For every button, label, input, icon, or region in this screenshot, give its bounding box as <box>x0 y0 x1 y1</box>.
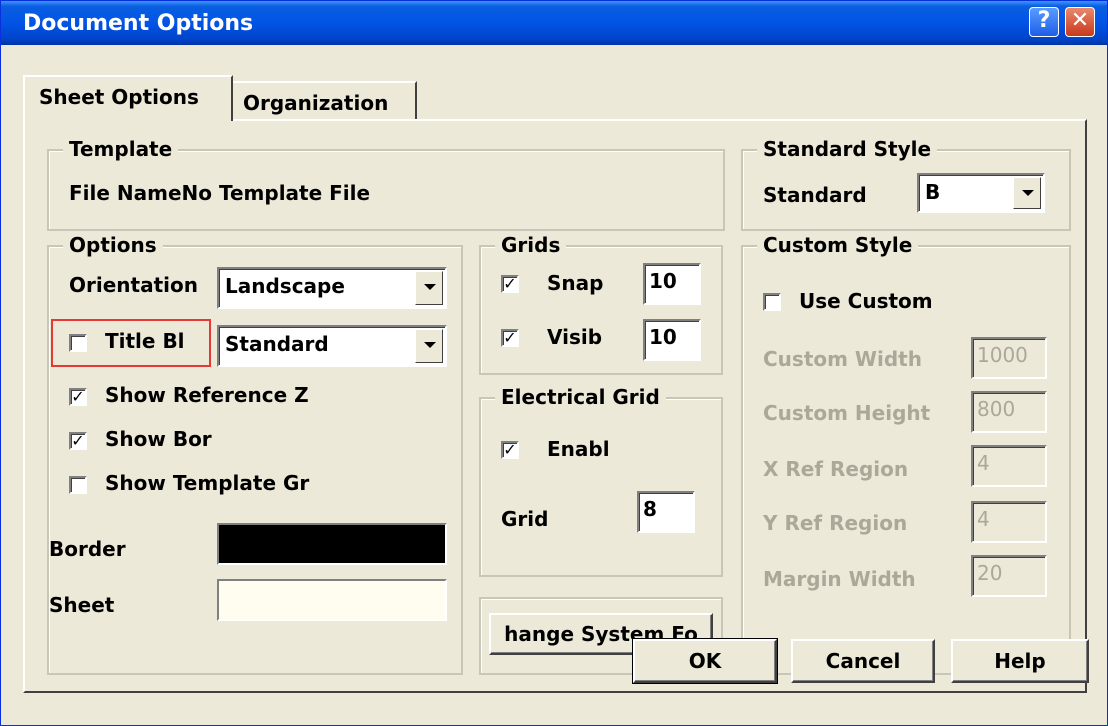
standard-style-group: Standard Style Standard B <box>741 137 1071 231</box>
orientation-label: Orientation <box>69 273 198 297</box>
chevron-down-icon[interactable] <box>1013 177 1041 209</box>
title-block-label: Title Bl <box>105 329 185 353</box>
chevron-down-icon[interactable] <box>415 271 443 305</box>
title-block-select[interactable]: Standard <box>217 325 447 367</box>
custom-style-legend: Custom Style <box>757 233 919 257</box>
sheet-options-panel: Template File NameNo Template File Stand… <box>23 119 1087 693</box>
ok-button[interactable]: OK <box>632 638 778 684</box>
dialog-body: Sheet Options Organization Template File… <box>1 45 1107 725</box>
electrical-grid-group: Electrical Grid ✓ Enabl Grid 8 <box>479 385 723 577</box>
visible-grid-checkbox[interactable]: ✓ <box>501 329 519 347</box>
cancel-button[interactable]: Cancel <box>791 639 935 683</box>
help-button[interactable]: Help <box>951 639 1089 683</box>
grids-legend: Grids <box>495 233 567 257</box>
custom-height-label: Custom Height <box>763 401 931 425</box>
show-template-graphics-checkbox[interactable] <box>69 476 87 494</box>
standard-select-value: B <box>925 180 941 204</box>
border-color-swatch[interactable] <box>217 523 447 565</box>
border-label: Border <box>49 537 126 561</box>
margin-width-label: Margin Width <box>763 567 916 591</box>
grids-group: Grids ✓ Snap 10 ✓ Visib 10 <box>479 233 723 375</box>
use-custom-checkbox[interactable] <box>763 293 781 311</box>
sheet-color-swatch[interactable] <box>217 579 447 621</box>
custom-height-input[interactable]: 800 <box>971 391 1047 433</box>
x-ref-region-input[interactable]: 4 <box>971 445 1047 487</box>
file-name-label: File Name <box>69 181 182 205</box>
electrical-grid-label: Grid <box>501 507 549 531</box>
title-block-checkbox[interactable] <box>69 334 87 352</box>
tab-sheet-options[interactable]: Sheet Options <box>23 75 233 121</box>
show-border-checkbox[interactable]: ✓ <box>69 432 87 450</box>
margin-width-input[interactable]: 20 <box>971 555 1047 597</box>
enable-electrical-grid-label: Enabl <box>547 437 610 461</box>
tab-organization[interactable]: Organization <box>233 81 417 121</box>
title-bar[interactable]: Document Options ? ✕ <box>1 1 1107 45</box>
help-title-button[interactable]: ? <box>1029 7 1059 37</box>
document-options-dialog: Document Options ? ✕ Sheet Options Organ… <box>0 0 1108 726</box>
standard-label: Standard <box>763 183 867 207</box>
snap-grid-input[interactable]: 10 <box>643 263 701 305</box>
custom-width-label: Custom Width <box>763 347 922 371</box>
y-ref-region-input[interactable]: 4 <box>971 501 1047 543</box>
options-legend: Options <box>63 233 163 257</box>
electrical-grid-input[interactable]: 8 <box>637 491 695 533</box>
custom-width-input[interactable]: 1000 <box>971 337 1047 379</box>
show-border-label: Show Bor <box>105 427 212 451</box>
window-title: Document Options <box>23 11 254 36</box>
template-group: Template File NameNo Template File <box>47 137 725 231</box>
visible-grid-input[interactable]: 10 <box>643 319 701 361</box>
visible-grid-label: Visib <box>547 325 603 349</box>
standard-style-legend: Standard Style <box>757 137 938 161</box>
close-button[interactable]: ✕ <box>1065 7 1095 37</box>
show-reference-zones-label: Show Reference Z <box>105 383 309 407</box>
template-legend: Template <box>63 137 179 161</box>
sheet-label: Sheet <box>49 593 115 617</box>
show-reference-zones-checkbox[interactable]: ✓ <box>69 388 87 406</box>
electrical-grid-legend: Electrical Grid <box>495 385 666 409</box>
snap-grid-label: Snap <box>547 271 604 295</box>
use-custom-label: Use Custom <box>799 289 933 313</box>
options-group: Options Orientation Landscape Title Bl S… <box>47 233 463 675</box>
file-name-text: File NameNo Template File <box>69 181 370 205</box>
enable-electrical-grid-checkbox[interactable]: ✓ <box>501 441 519 459</box>
title-block-value: Standard <box>225 332 329 356</box>
file-name-value: No Template File <box>181 181 371 205</box>
orientation-select[interactable]: Landscape <box>217 267 447 309</box>
standard-select[interactable]: B <box>917 173 1045 213</box>
y-ref-region-label: Y Ref Region <box>763 511 908 535</box>
snap-grid-checkbox[interactable]: ✓ <box>501 275 519 293</box>
show-template-graphics-label: Show Template Gr <box>105 471 310 495</box>
custom-style-group: Custom Style Use Custom Custom Width 100… <box>741 233 1071 675</box>
orientation-value: Landscape <box>225 274 345 298</box>
x-ref-region-label: X Ref Region <box>763 457 909 481</box>
chevron-down-icon[interactable] <box>415 329 443 363</box>
